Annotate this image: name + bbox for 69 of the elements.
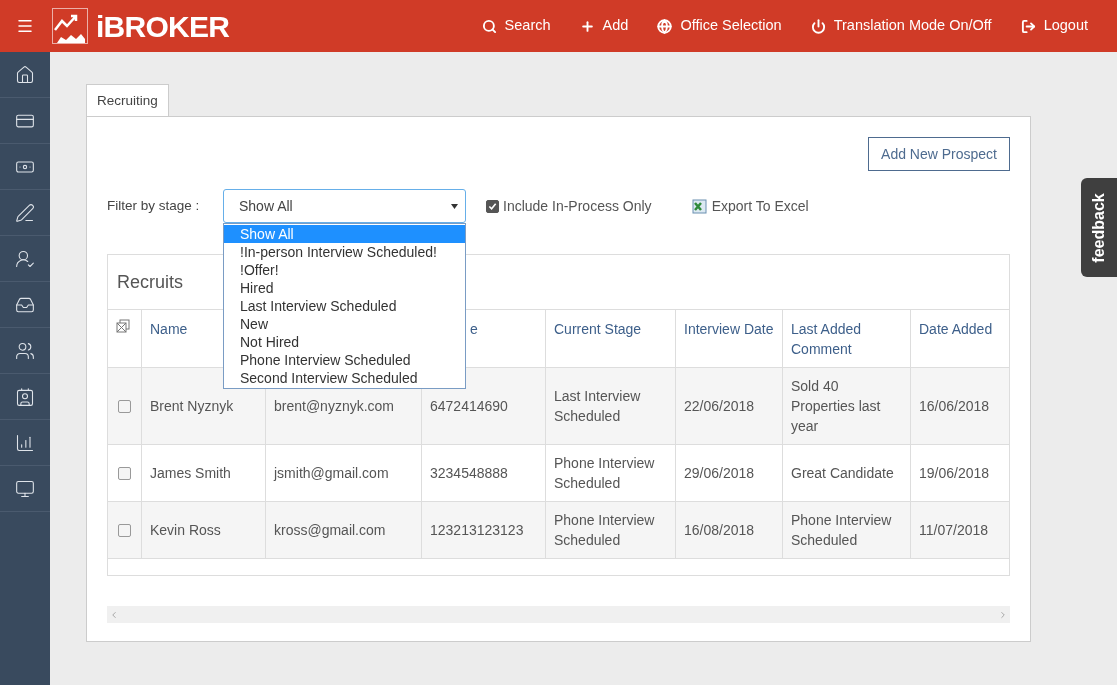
nav-link[interactable]: Office Selection: [657, 15, 782, 37]
table-cell-text: Great Candidate: [791, 464, 894, 483]
table-cell-text: jsmith@gmail.com: [274, 464, 389, 483]
filter-label: Filter by stage :: [107, 196, 201, 215]
house-icon: [15, 64, 35, 85]
pen-icon: [15, 202, 35, 223]
spreadsheet-icon: [691, 198, 707, 214]
person-icon: [15, 248, 35, 269]
table-cell-text: kross@gmail.com: [274, 521, 386, 540]
column-header[interactable]: Name: [150, 319, 188, 339]
table-cell-text: 3234548888: [430, 464, 508, 483]
export-link[interactable]: Export To Excel: [691, 195, 809, 217]
dropdown-option[interactable]: Hired: [224, 279, 465, 297]
table-cell-text: Kevin Ross: [150, 521, 221, 540]
contact-icon: [15, 386, 35, 407]
nav-link[interactable]: Search: [481, 15, 551, 37]
dropdown-option[interactable]: Last Interview Scheduled: [224, 297, 465, 315]
select-all-icon[interactable]: [116, 319, 130, 333]
search-icon: [481, 18, 497, 34]
table-cell-text: Brent Nyznyk: [150, 397, 234, 416]
nav-link[interactable]: Add: [579, 15, 629, 37]
column-header[interactable]: e: [470, 319, 478, 339]
tab[interactable]: Recruiting: [86, 84, 169, 117]
checkbox[interactable]: [118, 466, 131, 480]
checkbox[interactable]: [486, 199, 499, 213]
table-cell-text: 22/06/2018: [684, 397, 755, 416]
table-cell-text: Phone Interview Scheduled: [791, 511, 893, 550]
dropdown-option[interactable]: New: [224, 315, 465, 333]
nav-link[interactable]: Translation Mode On/Off: [810, 15, 992, 37]
add-prospect-button[interactable]: Add New Prospect: [868, 137, 1010, 171]
table-cell-text: Last Interview Scheduled: [554, 387, 642, 426]
table-cell-text: Sold 40 Properties last year: [791, 377, 882, 436]
people-icon: [15, 340, 35, 361]
table-cell-text: 16/08/2018: [684, 521, 755, 540]
table-cell-text: Phone Interview Scheduled: [554, 511, 656, 550]
table-cell-text: brent@nyznyk.com: [274, 397, 395, 416]
column-header[interactable]: Last Added Comment: [791, 319, 902, 359]
table-cell-text: 123213123123: [430, 521, 524, 540]
checkbox[interactable]: [118, 523, 131, 537]
feedback-tab[interactable]: feedback: [1081, 178, 1117, 277]
table-cell-text: 29/06/2018: [684, 464, 755, 483]
power-icon: [810, 18, 826, 34]
stage-select[interactable]: Show All: [223, 189, 466, 223]
table-cell-text: 11/07/2018: [919, 521, 989, 540]
table-cell-text: Phone Interview Scheduled: [554, 454, 656, 493]
globe-icon: [657, 18, 673, 34]
table-cell-text: 6472414690: [430, 397, 508, 416]
nav-link[interactable]: Logout: [1020, 15, 1088, 37]
dropdown-option[interactable]: Second Interview Scheduled: [224, 369, 465, 387]
plus-icon: [579, 18, 595, 34]
chart-icon: [15, 432, 35, 453]
table-cell-text: James Smith: [150, 464, 231, 483]
column-header[interactable]: Current Stage: [554, 319, 642, 339]
menu-icon[interactable]: [16, 17, 34, 35]
column-header[interactable]: Interview Date: [684, 319, 774, 339]
checkbox-label: Include In-Process Only: [503, 196, 652, 216]
logout-icon: [1020, 18, 1036, 34]
dropdown-option[interactable]: !Offer!: [224, 261, 465, 279]
table-cell-text: 19/06/2018: [919, 464, 990, 483]
logo-icon: [52, 8, 88, 44]
dropdown-arrow-icon: [451, 203, 458, 209]
dropdown-option[interactable]: Phone Interview Scheduled: [224, 351, 465, 369]
dropdown-option[interactable]: !In-person Interview Scheduled!: [224, 243, 465, 261]
dropdown-option[interactable]: Not Hired: [224, 333, 465, 351]
monitor-icon: [15, 478, 35, 499]
logo-text: iBROKER: [96, 8, 230, 45]
table-cell-text: 16/06/2018: [919, 397, 990, 416]
column-header[interactable]: Date Added: [919, 319, 993, 339]
checkbox[interactable]: [118, 399, 131, 413]
